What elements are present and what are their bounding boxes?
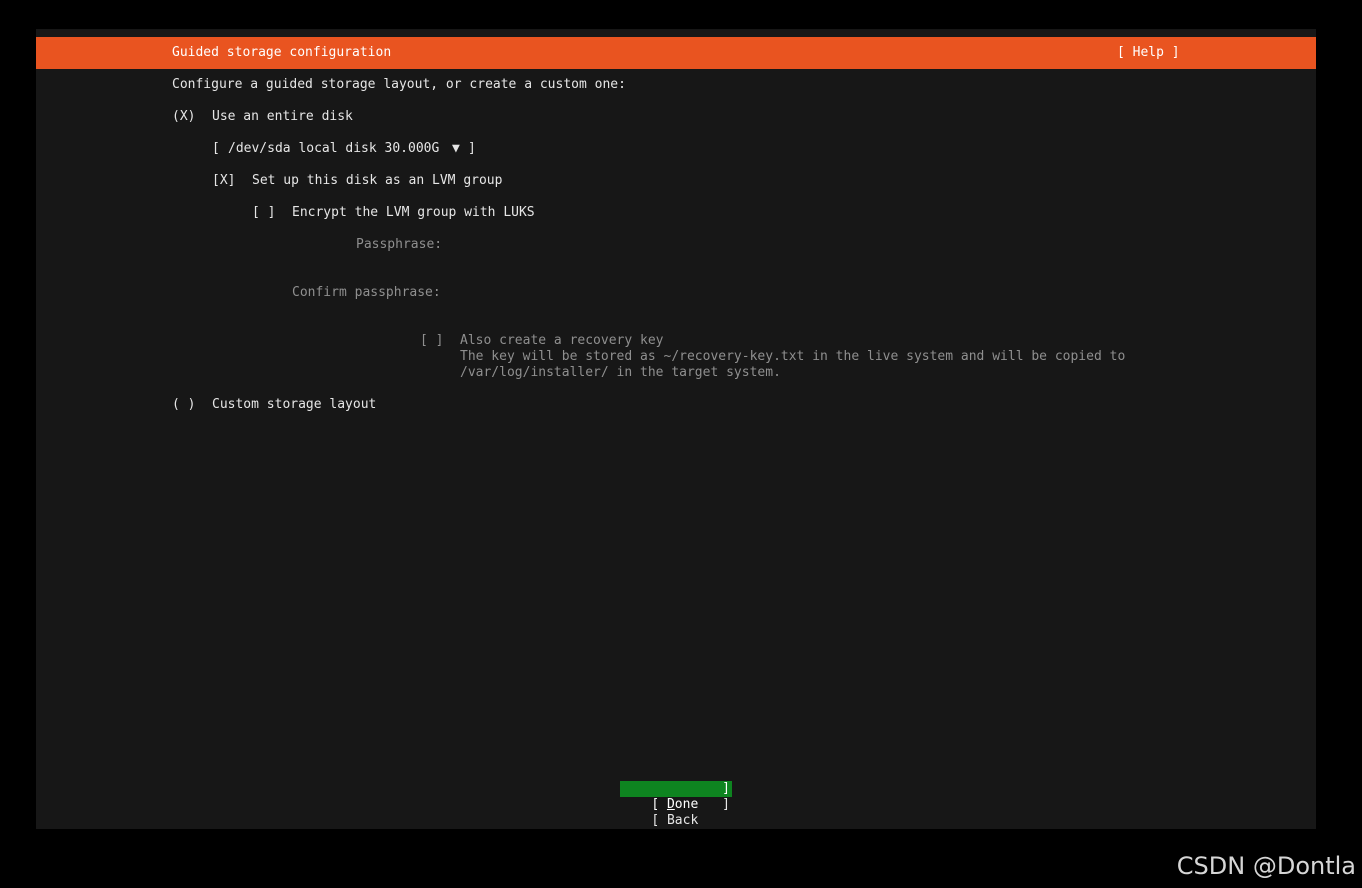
- done-button[interactable]: [ Done ]: [620, 781, 732, 812]
- chevron-down-icon[interactable]: ▼: [452, 141, 460, 157]
- done-close-bracket: ]: [722, 781, 730, 796]
- luks-label: Encrypt the LVM group with LUKS: [292, 205, 535, 220]
- intro-text: Configure a guided storage layout, or cr…: [172, 77, 626, 92]
- disk-select-open-bracket: [: [212, 141, 220, 156]
- recovery-key-label: Also create a recovery key: [460, 333, 664, 348]
- confirm-passphrase-label: Confirm passphrase:: [292, 285, 441, 300]
- entire-disk-radio[interactable]: (X): [172, 109, 195, 125]
- custom-layout-label: Custom storage layout: [212, 397, 377, 412]
- back-close-bracket: ]: [722, 797, 730, 812]
- passphrase-label: Passphrase:: [356, 237, 443, 252]
- page-title: Guided storage configuration: [172, 45, 392, 60]
- recovery-key-checkbox: [ ]: [420, 333, 444, 348]
- lvm-label: Set up this disk as an LVM group: [252, 173, 503, 188]
- back-button[interactable]: [ Back ]: [620, 797, 732, 828]
- help-button[interactable]: [ Help ]: [1117, 45, 1180, 61]
- back-label: Back: [666, 813, 699, 828]
- luks-checkbox[interactable]: [ ]: [252, 205, 275, 221]
- disk-select-close-bracket: ]: [468, 141, 476, 156]
- installer-screen: Guided storage configuration [ Help ] Co…: [36, 29, 1316, 829]
- watermark-text: CSDN @Dontla: [1176, 852, 1356, 880]
- lvm-checkbox[interactable]: [X]: [212, 173, 235, 189]
- title-bar: Guided storage configuration [ Help ]: [36, 37, 1316, 69]
- back-open-bracket: [: [651, 813, 667, 828]
- entire-disk-label: Use an entire disk: [212, 109, 353, 124]
- recovery-key-help-line-2: /var/log/installer/ in the target system…: [460, 365, 781, 380]
- recovery-key-help-line-1: The key will be stored as ~/recovery-key…: [460, 349, 1126, 364]
- custom-layout-radio[interactable]: ( ): [172, 397, 195, 413]
- disk-select-value[interactable]: /dev/sda local disk 30.000G: [228, 141, 439, 157]
